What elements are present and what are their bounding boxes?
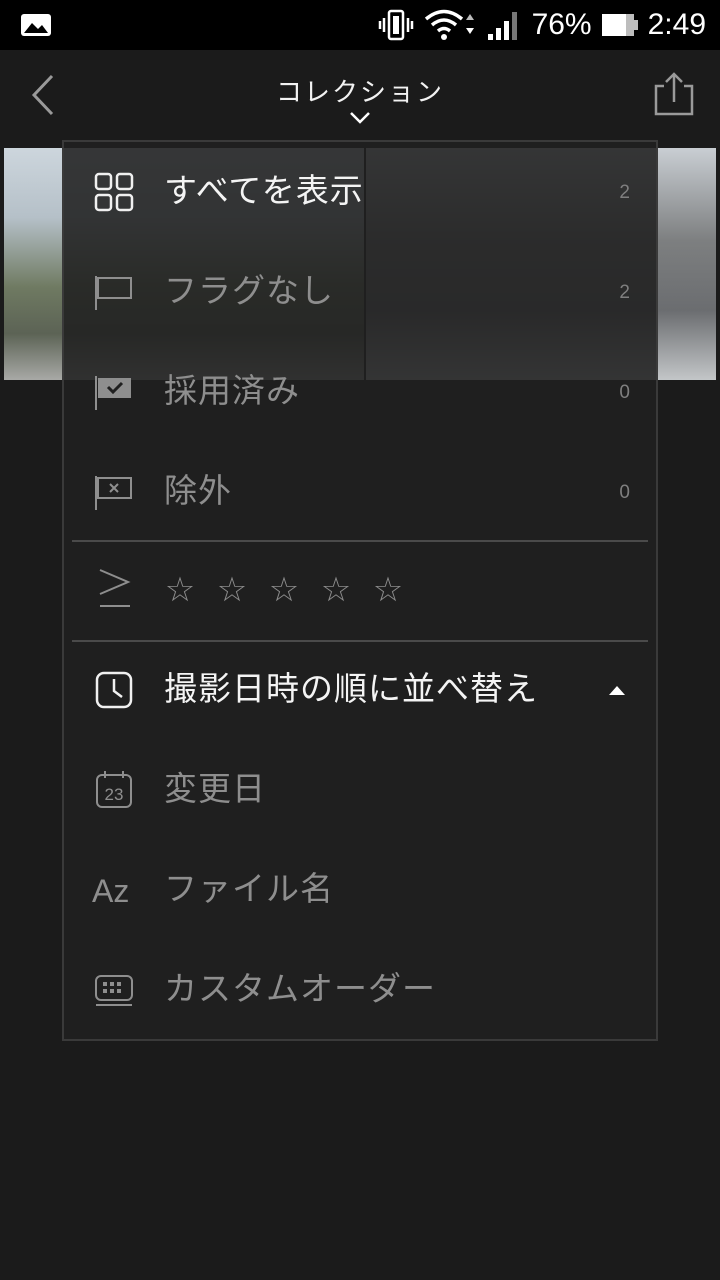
sort-label: カスタムオーダー [164, 969, 436, 1008]
app-bar: コレクション [0, 50, 720, 140]
sort-label: ファイル名 [164, 869, 334, 908]
share-button[interactable] [654, 72, 694, 116]
collection-title-button[interactable]: コレクション [200, 72, 520, 125]
filter-label: フラグなし [164, 271, 334, 310]
image-notification-icon [21, 14, 51, 36]
az-icon: Az [92, 873, 129, 909]
sort-modified-date[interactable]: 23 変更日 [64, 740, 656, 840]
filter-count: 0 [619, 482, 630, 503]
star-3[interactable]: ☆ [268, 564, 300, 616]
calendar-day-text: 23 [105, 785, 124, 804]
wifi-icon [424, 9, 474, 40]
az-text: Az [92, 873, 129, 909]
greater-equal-icon [99, 569, 131, 607]
filter-count: 0 [619, 382, 630, 403]
chevron-down-icon [350, 112, 370, 124]
flag-x-icon [95, 476, 132, 510]
filter-rejected[interactable]: 除外 0 [64, 442, 656, 542]
status-bar: 76% 2:49 [0, 0, 720, 50]
filter-label: 採用済み [164, 371, 300, 410]
star-4[interactable]: ☆ [320, 564, 352, 616]
sort-custom-order[interactable]: カスタムオーダー [64, 940, 656, 1040]
collection-filter-menu: すべてを表示 2 フラグなし 2 採用済み 0 除外 0 ☆ ☆ ☆ ☆ ☆ 撮… [62, 140, 658, 1041]
calendar-icon: 23 [96, 771, 132, 808]
vibrate-icon [378, 9, 413, 41]
sort-ascending-icon[interactable] [608, 684, 626, 696]
filter-count: 2 [619, 282, 630, 303]
filter-count: 2 [619, 182, 630, 203]
status-indicators: 76% 2:49 [378, 0, 706, 50]
battery-percent: 76% [531, 8, 592, 41]
sort-file-name[interactable]: Az ファイル名 [64, 840, 656, 940]
filter-label: 除外 [164, 471, 232, 510]
clock-time: 2:49 [647, 8, 706, 41]
sort-capture-date[interactable]: 撮影日時の順に並べ替え [64, 640, 656, 740]
signal-icon [487, 12, 517, 40]
clock-icon [95, 671, 133, 709]
grid-icon [94, 172, 134, 212]
rating-filter: ☆ ☆ ☆ ☆ ☆ [64, 542, 656, 640]
keypad-icon [95, 975, 133, 1006]
sort-label: 撮影日時の順に並べ替え [164, 669, 538, 708]
filter-picked[interactable]: 採用済み 0 [64, 342, 656, 442]
star-2[interactable]: ☆ [216, 564, 248, 616]
filter-show-all[interactable]: すべてを表示 2 [64, 142, 656, 242]
screen: 76% 2:49 コレクション すべてを表示 2 フラグなし 2 採用済み 0 … [0, 0, 720, 1280]
back-button[interactable] [24, 72, 64, 118]
page-title: コレクション [275, 78, 444, 108]
filter-label: すべてを表示 [164, 171, 364, 210]
flag-outline-icon [95, 276, 132, 310]
star-5[interactable]: ☆ [372, 564, 404, 616]
flag-check-icon [95, 376, 131, 410]
filter-unflagged[interactable]: フラグなし 2 [64, 242, 656, 342]
star-1[interactable]: ☆ [164, 564, 196, 616]
sort-label: 変更日 [164, 769, 266, 808]
battery-icon [601, 14, 638, 36]
star-rating: ☆ ☆ ☆ ☆ ☆ [164, 564, 404, 616]
